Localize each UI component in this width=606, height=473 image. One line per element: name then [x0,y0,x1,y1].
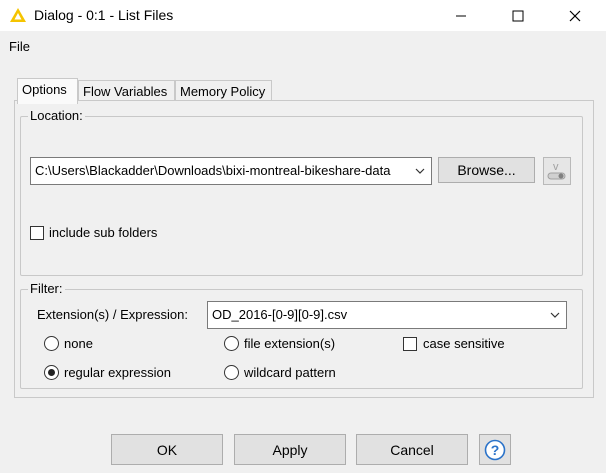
browse-button[interactable]: Browse... [438,157,535,183]
window-title: Dialog - 0:1 - List Files [34,7,174,23]
tab-options[interactable]: Options [17,78,78,104]
filter-group-label: Filter: [28,281,65,296]
maximize-icon [512,10,524,21]
ok-button[interactable]: OK [111,434,223,465]
menu-bar: File [0,31,606,59]
radio-wildcard-pattern-label: wildcard pattern [244,365,336,380]
maximize-button[interactable] [495,0,541,31]
expression-label: Extension(s) / Expression: [37,307,189,322]
flow-variable-button[interactable]: v [543,157,571,185]
expression-combo[interactable]: OD_2016-[0-9][0-9].csv [207,301,567,329]
title-bar: Dialog - 0:1 - List Files [0,0,606,31]
radio-none[interactable] [44,336,59,351]
menu-file[interactable]: File [9,39,30,54]
svg-text:v: v [553,161,559,173]
radio-none-label: none [64,336,93,351]
tab-flow-variables[interactable]: Flow Variables [78,80,175,102]
cancel-button[interactable]: Cancel [356,434,468,465]
close-icon [569,10,581,21]
minimize-icon [456,15,466,16]
radio-file-extension[interactable] [224,336,239,351]
chevron-down-icon [550,312,560,318]
location-group: Location: [20,108,583,276]
close-button[interactable] [552,0,598,31]
include-sub-folders-label: include sub folders [49,225,158,240]
help-button[interactable]: ? [479,434,511,465]
location-group-label: Location: [28,108,85,123]
location-path-value: C:\Users\Blackadder\Downloads\bixi-montr… [35,163,391,178]
expression-value: OD_2016-[0-9][0-9].csv [212,307,348,322]
radio-regular-expression[interactable] [44,365,59,380]
chevron-down-icon [415,168,425,174]
apply-button[interactable]: Apply [234,434,346,465]
tab-memory-policy[interactable]: Memory Policy [175,80,272,102]
case-sensitive-checkbox[interactable] [403,337,417,351]
knime-warning-icon [10,8,26,22]
radio-wildcard-pattern[interactable] [224,365,239,380]
location-path-combo[interactable]: C:\Users\Blackadder\Downloads\bixi-montr… [30,157,432,185]
include-sub-folders-checkbox[interactable] [30,226,44,240]
svg-text:?: ? [491,442,500,458]
help-icon: ? [484,439,506,460]
flow-variable-icon: v [547,161,566,180]
radio-file-extension-label: file extension(s) [244,336,336,351]
radio-regular-expression-label: regular expression [64,365,171,380]
case-sensitive-label: case sensitive [423,336,505,351]
minimize-button[interactable] [438,0,484,31]
